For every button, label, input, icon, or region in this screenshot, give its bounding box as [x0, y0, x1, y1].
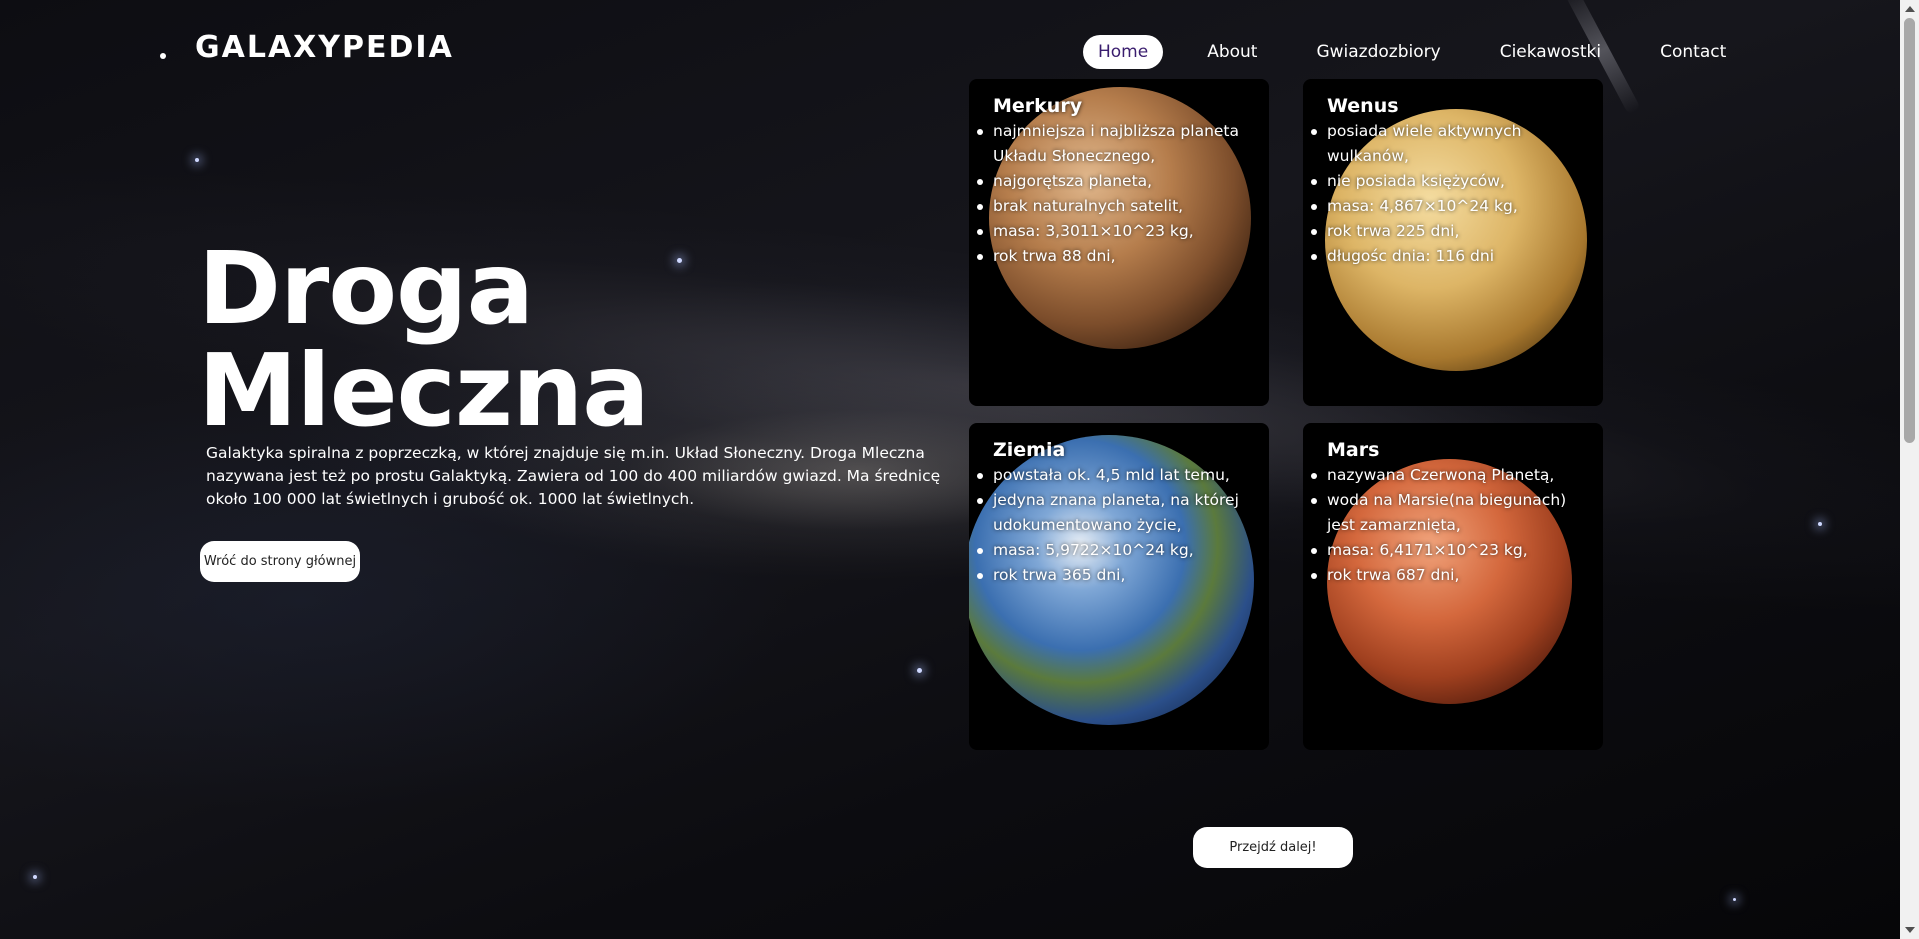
planet-name: Wenus	[1327, 95, 1399, 117]
hero-description: Galaktyka spiralna z poprzeczką, w które…	[206, 444, 941, 508]
star	[33, 875, 37, 879]
back-to-home-button[interactable]: Wróć do strony głównej	[200, 541, 360, 582]
planet-card-content: Merkury najmniejsza i najbliższa planeta…	[977, 95, 1261, 269]
planet-fact: jedyna znana planeta, na której udokumen…	[977, 488, 1261, 538]
planet-fact: nazywana Czerwoną Planetą,	[1311, 463, 1595, 488]
page: GALAXYPEDIA Home About Gwiazdozbiory Cie…	[0, 0, 1919, 939]
star	[1818, 522, 1822, 526]
planet-facts-list: posiada wiele aktywnych wulkanów, nie po…	[1311, 119, 1595, 269]
planet-name: Ziemia	[993, 439, 1066, 461]
hero-title-line2: Mleczna	[198, 332, 650, 449]
planet-fact: rok trwa 225 dni,	[1311, 219, 1595, 244]
site-logo[interactable]: GALAXYPEDIA	[195, 30, 454, 65]
planet-fact: najmniejsza i najbliższa planeta Układu …	[977, 119, 1261, 169]
planet-fact: woda na Marsie(na biegunach) jest zamarz…	[1311, 488, 1595, 538]
logo-dot-icon	[160, 53, 166, 59]
nav-item-contact[interactable]: Contact	[1645, 35, 1741, 69]
planet-facts-list: nazywana Czerwoną Planetą, woda na Marsi…	[1311, 463, 1595, 588]
planet-name: Mars	[1327, 439, 1380, 461]
star	[1733, 898, 1736, 901]
page-scrollbar[interactable]	[1900, 0, 1919, 939]
planet-fact: masa: 3,3011×10^23 kg,	[977, 219, 1261, 244]
nav-item-about[interactable]: About	[1192, 35, 1272, 69]
planet-card-mars[interactable]: Mars nazywana Czerwoną Planetą, woda na …	[1303, 423, 1603, 750]
hero-title: Droga Mleczna	[198, 230, 650, 449]
planet-facts-list: powstała ok. 4,5 mld lat temu, jedyna zn…	[977, 463, 1261, 588]
planet-card-content: Mars nazywana Czerwoną Planetą, woda na …	[1311, 439, 1595, 588]
planet-fact: masa: 4,867×10^24 kg,	[1311, 194, 1595, 219]
scroll-up-icon[interactable]	[1905, 6, 1915, 12]
planet-fact: rok trwa 365 dni,	[977, 563, 1261, 588]
planet-fact: brak naturalnych satelit,	[977, 194, 1261, 219]
planet-name: Merkury	[993, 95, 1083, 117]
star	[677, 258, 682, 263]
nav-item-gwiazdozbiory[interactable]: Gwiazdozbiory	[1301, 35, 1455, 69]
scroll-down-icon[interactable]	[1905, 927, 1915, 933]
planet-fact: nie posiada księżyców,	[1311, 169, 1595, 194]
planet-fact: rok trwa 687 dni,	[1311, 563, 1595, 588]
star	[917, 668, 922, 673]
planet-fact: posiada wiele aktywnych wulkanów,	[1311, 119, 1595, 169]
planet-fact: masa: 5,9722×10^24 kg,	[977, 538, 1261, 563]
planet-card-content: Wenus posiada wiele aktywnych wulkanów, …	[1311, 95, 1595, 269]
planet-card-earth[interactable]: Ziemia powstała ok. 4,5 mld lat temu, je…	[969, 423, 1269, 750]
planet-fact: najgorętsza planeta,	[977, 169, 1261, 194]
planet-fact: masa: 6,4171×10^23 kg,	[1311, 538, 1595, 563]
star	[195, 158, 199, 162]
planet-card-content: Ziemia powstała ok. 4,5 mld lat temu, je…	[977, 439, 1261, 588]
planet-card-venus[interactable]: Wenus posiada wiele aktywnych wulkanów, …	[1303, 79, 1603, 406]
nav-item-home[interactable]: Home	[1083, 35, 1164, 69]
planet-facts-list: najmniejsza i najbliższa planeta Układu …	[977, 119, 1261, 269]
planet-fact: rok trwa 88 dni,	[977, 244, 1261, 269]
top-nav: GALAXYPEDIA Home About Gwiazdozbiory Cie…	[0, 0, 1900, 100]
nav-item-ciekawostki[interactable]: Ciekawostki	[1485, 35, 1616, 69]
nav-links: Home About Gwiazdozbiory Ciekawostki Con…	[1083, 34, 1770, 70]
scroll-thumb[interactable]	[1904, 18, 1915, 443]
planet-fact: powstała ok. 4,5 mld lat temu,	[977, 463, 1261, 488]
planet-card-mercury[interactable]: Merkury najmniejsza i najbliższa planeta…	[969, 79, 1269, 406]
next-button[interactable]: Przejdź dalej!	[1193, 827, 1353, 868]
hero-title-line1: Droga	[198, 230, 534, 347]
planet-fact: długośc dnia: 116 dni	[1311, 244, 1595, 269]
